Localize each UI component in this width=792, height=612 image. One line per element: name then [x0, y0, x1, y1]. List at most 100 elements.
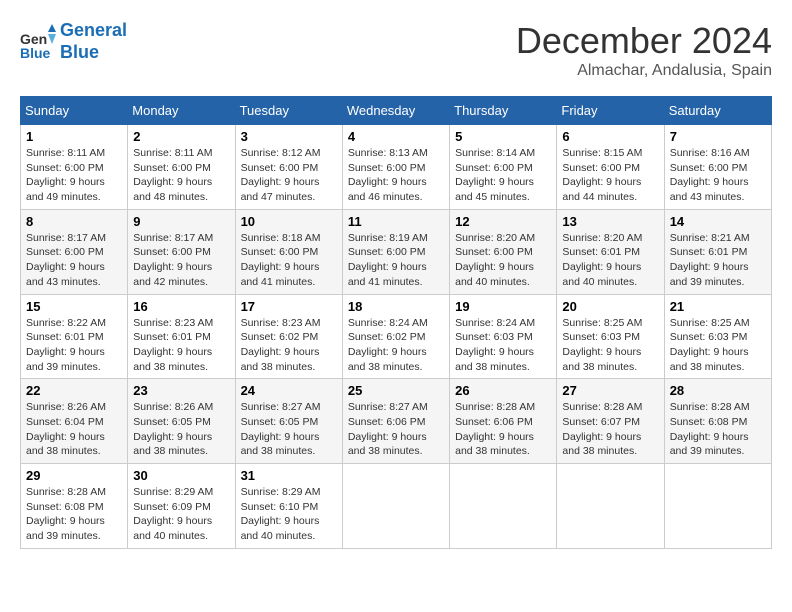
day-info: Sunrise: 8:28 AM Sunset: 6:07 PM Dayligh…	[562, 400, 658, 459]
logo-line2: Blue	[60, 42, 99, 62]
day-number: 4	[348, 129, 444, 144]
weekday-header: Sunday	[21, 97, 128, 125]
day-number: 11	[348, 214, 444, 229]
day-info: Sunrise: 8:11 AM Sunset: 6:00 PM Dayligh…	[26, 146, 122, 205]
calendar-week-row: 8 Sunrise: 8:17 AM Sunset: 6:00 PM Dayli…	[21, 209, 772, 294]
day-info: Sunrise: 8:28 AM Sunset: 6:08 PM Dayligh…	[26, 485, 122, 544]
calendar-week-row: 22 Sunrise: 8:26 AM Sunset: 6:04 PM Dayl…	[21, 379, 772, 464]
day-info: Sunrise: 8:23 AM Sunset: 6:02 PM Dayligh…	[241, 316, 337, 375]
page-header: Gen Blue General Blue December 2024 Alma…	[20, 20, 772, 80]
calendar-cell	[664, 464, 771, 549]
day-number: 2	[133, 129, 229, 144]
day-info: Sunrise: 8:24 AM Sunset: 6:03 PM Dayligh…	[455, 316, 551, 375]
calendar-cell	[450, 464, 557, 549]
day-number: 10	[241, 214, 337, 229]
day-info: Sunrise: 8:13 AM Sunset: 6:00 PM Dayligh…	[348, 146, 444, 205]
day-number: 21	[670, 299, 766, 314]
calendar-cell: 18 Sunrise: 8:24 AM Sunset: 6:02 PM Dayl…	[342, 294, 449, 379]
day-number: 8	[26, 214, 122, 229]
calendar-cell: 19 Sunrise: 8:24 AM Sunset: 6:03 PM Dayl…	[450, 294, 557, 379]
day-number: 30	[133, 468, 229, 483]
day-info: Sunrise: 8:15 AM Sunset: 6:00 PM Dayligh…	[562, 146, 658, 205]
day-info: Sunrise: 8:25 AM Sunset: 6:03 PM Dayligh…	[670, 316, 766, 375]
day-info: Sunrise: 8:20 AM Sunset: 6:00 PM Dayligh…	[455, 231, 551, 290]
day-number: 26	[455, 383, 551, 398]
day-info: Sunrise: 8:12 AM Sunset: 6:00 PM Dayligh…	[241, 146, 337, 205]
logo-icon: Gen Blue	[20, 24, 56, 60]
day-info: Sunrise: 8:25 AM Sunset: 6:03 PM Dayligh…	[562, 316, 658, 375]
calendar-week-row: 29 Sunrise: 8:28 AM Sunset: 6:08 PM Dayl…	[21, 464, 772, 549]
day-info: Sunrise: 8:29 AM Sunset: 6:10 PM Dayligh…	[241, 485, 337, 544]
calendar-cell: 6 Sunrise: 8:15 AM Sunset: 6:00 PM Dayli…	[557, 125, 664, 210]
day-number: 13	[562, 214, 658, 229]
calendar-cell: 9 Sunrise: 8:17 AM Sunset: 6:00 PM Dayli…	[128, 209, 235, 294]
weekday-header: Thursday	[450, 97, 557, 125]
calendar-cell: 16 Sunrise: 8:23 AM Sunset: 6:01 PM Dayl…	[128, 294, 235, 379]
calendar-cell: 10 Sunrise: 8:18 AM Sunset: 6:00 PM Dayl…	[235, 209, 342, 294]
calendar-cell: 24 Sunrise: 8:27 AM Sunset: 6:05 PM Dayl…	[235, 379, 342, 464]
day-number: 15	[26, 299, 122, 314]
day-number: 6	[562, 129, 658, 144]
calendar-cell: 26 Sunrise: 8:28 AM Sunset: 6:06 PM Dayl…	[450, 379, 557, 464]
day-number: 17	[241, 299, 337, 314]
calendar-cell: 15 Sunrise: 8:22 AM Sunset: 6:01 PM Dayl…	[21, 294, 128, 379]
calendar-cell: 13 Sunrise: 8:20 AM Sunset: 6:01 PM Dayl…	[557, 209, 664, 294]
day-info: Sunrise: 8:14 AM Sunset: 6:00 PM Dayligh…	[455, 146, 551, 205]
calendar-cell: 12 Sunrise: 8:20 AM Sunset: 6:00 PM Dayl…	[450, 209, 557, 294]
day-info: Sunrise: 8:29 AM Sunset: 6:09 PM Dayligh…	[133, 485, 229, 544]
calendar-cell: 8 Sunrise: 8:17 AM Sunset: 6:00 PM Dayli…	[21, 209, 128, 294]
logo-text: General Blue	[60, 20, 127, 63]
day-info: Sunrise: 8:16 AM Sunset: 6:00 PM Dayligh…	[670, 146, 766, 205]
day-number: 31	[241, 468, 337, 483]
day-number: 27	[562, 383, 658, 398]
calendar-cell: 17 Sunrise: 8:23 AM Sunset: 6:02 PM Dayl…	[235, 294, 342, 379]
day-number: 24	[241, 383, 337, 398]
day-number: 12	[455, 214, 551, 229]
calendar-table: SundayMondayTuesdayWednesdayThursdayFrid…	[20, 96, 772, 549]
calendar-week-row: 15 Sunrise: 8:22 AM Sunset: 6:01 PM Dayl…	[21, 294, 772, 379]
day-info: Sunrise: 8:24 AM Sunset: 6:02 PM Dayligh…	[348, 316, 444, 375]
location: Almachar, Andalusia, Spain	[516, 62, 772, 80]
day-info: Sunrise: 8:11 AM Sunset: 6:00 PM Dayligh…	[133, 146, 229, 205]
calendar-cell: 2 Sunrise: 8:11 AM Sunset: 6:00 PM Dayli…	[128, 125, 235, 210]
day-info: Sunrise: 8:27 AM Sunset: 6:06 PM Dayligh…	[348, 400, 444, 459]
day-info: Sunrise: 8:28 AM Sunset: 6:08 PM Dayligh…	[670, 400, 766, 459]
calendar-cell: 30 Sunrise: 8:29 AM Sunset: 6:09 PM Dayl…	[128, 464, 235, 549]
logo-line1: General	[60, 20, 127, 40]
logo: Gen Blue General Blue	[20, 20, 127, 63]
svg-text:Blue: Blue	[20, 45, 51, 60]
weekday-header: Wednesday	[342, 97, 449, 125]
calendar-cell: 23 Sunrise: 8:26 AM Sunset: 6:05 PM Dayl…	[128, 379, 235, 464]
day-info: Sunrise: 8:17 AM Sunset: 6:00 PM Dayligh…	[26, 231, 122, 290]
day-info: Sunrise: 8:27 AM Sunset: 6:05 PM Dayligh…	[241, 400, 337, 459]
day-info: Sunrise: 8:21 AM Sunset: 6:01 PM Dayligh…	[670, 231, 766, 290]
day-number: 28	[670, 383, 766, 398]
calendar-cell: 31 Sunrise: 8:29 AM Sunset: 6:10 PM Dayl…	[235, 464, 342, 549]
calendar-cell: 20 Sunrise: 8:25 AM Sunset: 6:03 PM Dayl…	[557, 294, 664, 379]
calendar-cell: 1 Sunrise: 8:11 AM Sunset: 6:00 PM Dayli…	[21, 125, 128, 210]
day-info: Sunrise: 8:26 AM Sunset: 6:05 PM Dayligh…	[133, 400, 229, 459]
day-info: Sunrise: 8:28 AM Sunset: 6:06 PM Dayligh…	[455, 400, 551, 459]
day-number: 23	[133, 383, 229, 398]
calendar-cell: 22 Sunrise: 8:26 AM Sunset: 6:04 PM Dayl…	[21, 379, 128, 464]
day-number: 1	[26, 129, 122, 144]
day-number: 19	[455, 299, 551, 314]
calendar-week-row: 1 Sunrise: 8:11 AM Sunset: 6:00 PM Dayli…	[21, 125, 772, 210]
calendar-cell: 3 Sunrise: 8:12 AM Sunset: 6:00 PM Dayli…	[235, 125, 342, 210]
day-info: Sunrise: 8:17 AM Sunset: 6:00 PM Dayligh…	[133, 231, 229, 290]
calendar-cell	[342, 464, 449, 549]
weekday-header: Tuesday	[235, 97, 342, 125]
day-info: Sunrise: 8:20 AM Sunset: 6:01 PM Dayligh…	[562, 231, 658, 290]
day-number: 18	[348, 299, 444, 314]
day-info: Sunrise: 8:19 AM Sunset: 6:00 PM Dayligh…	[348, 231, 444, 290]
day-number: 29	[26, 468, 122, 483]
calendar-cell: 28 Sunrise: 8:28 AM Sunset: 6:08 PM Dayl…	[664, 379, 771, 464]
day-number: 5	[455, 129, 551, 144]
day-info: Sunrise: 8:26 AM Sunset: 6:04 PM Dayligh…	[26, 400, 122, 459]
calendar-cell: 4 Sunrise: 8:13 AM Sunset: 6:00 PM Dayli…	[342, 125, 449, 210]
calendar-cell: 21 Sunrise: 8:25 AM Sunset: 6:03 PM Dayl…	[664, 294, 771, 379]
calendar-cell: 5 Sunrise: 8:14 AM Sunset: 6:00 PM Dayli…	[450, 125, 557, 210]
day-number: 25	[348, 383, 444, 398]
weekday-header: Monday	[128, 97, 235, 125]
day-number: 7	[670, 129, 766, 144]
